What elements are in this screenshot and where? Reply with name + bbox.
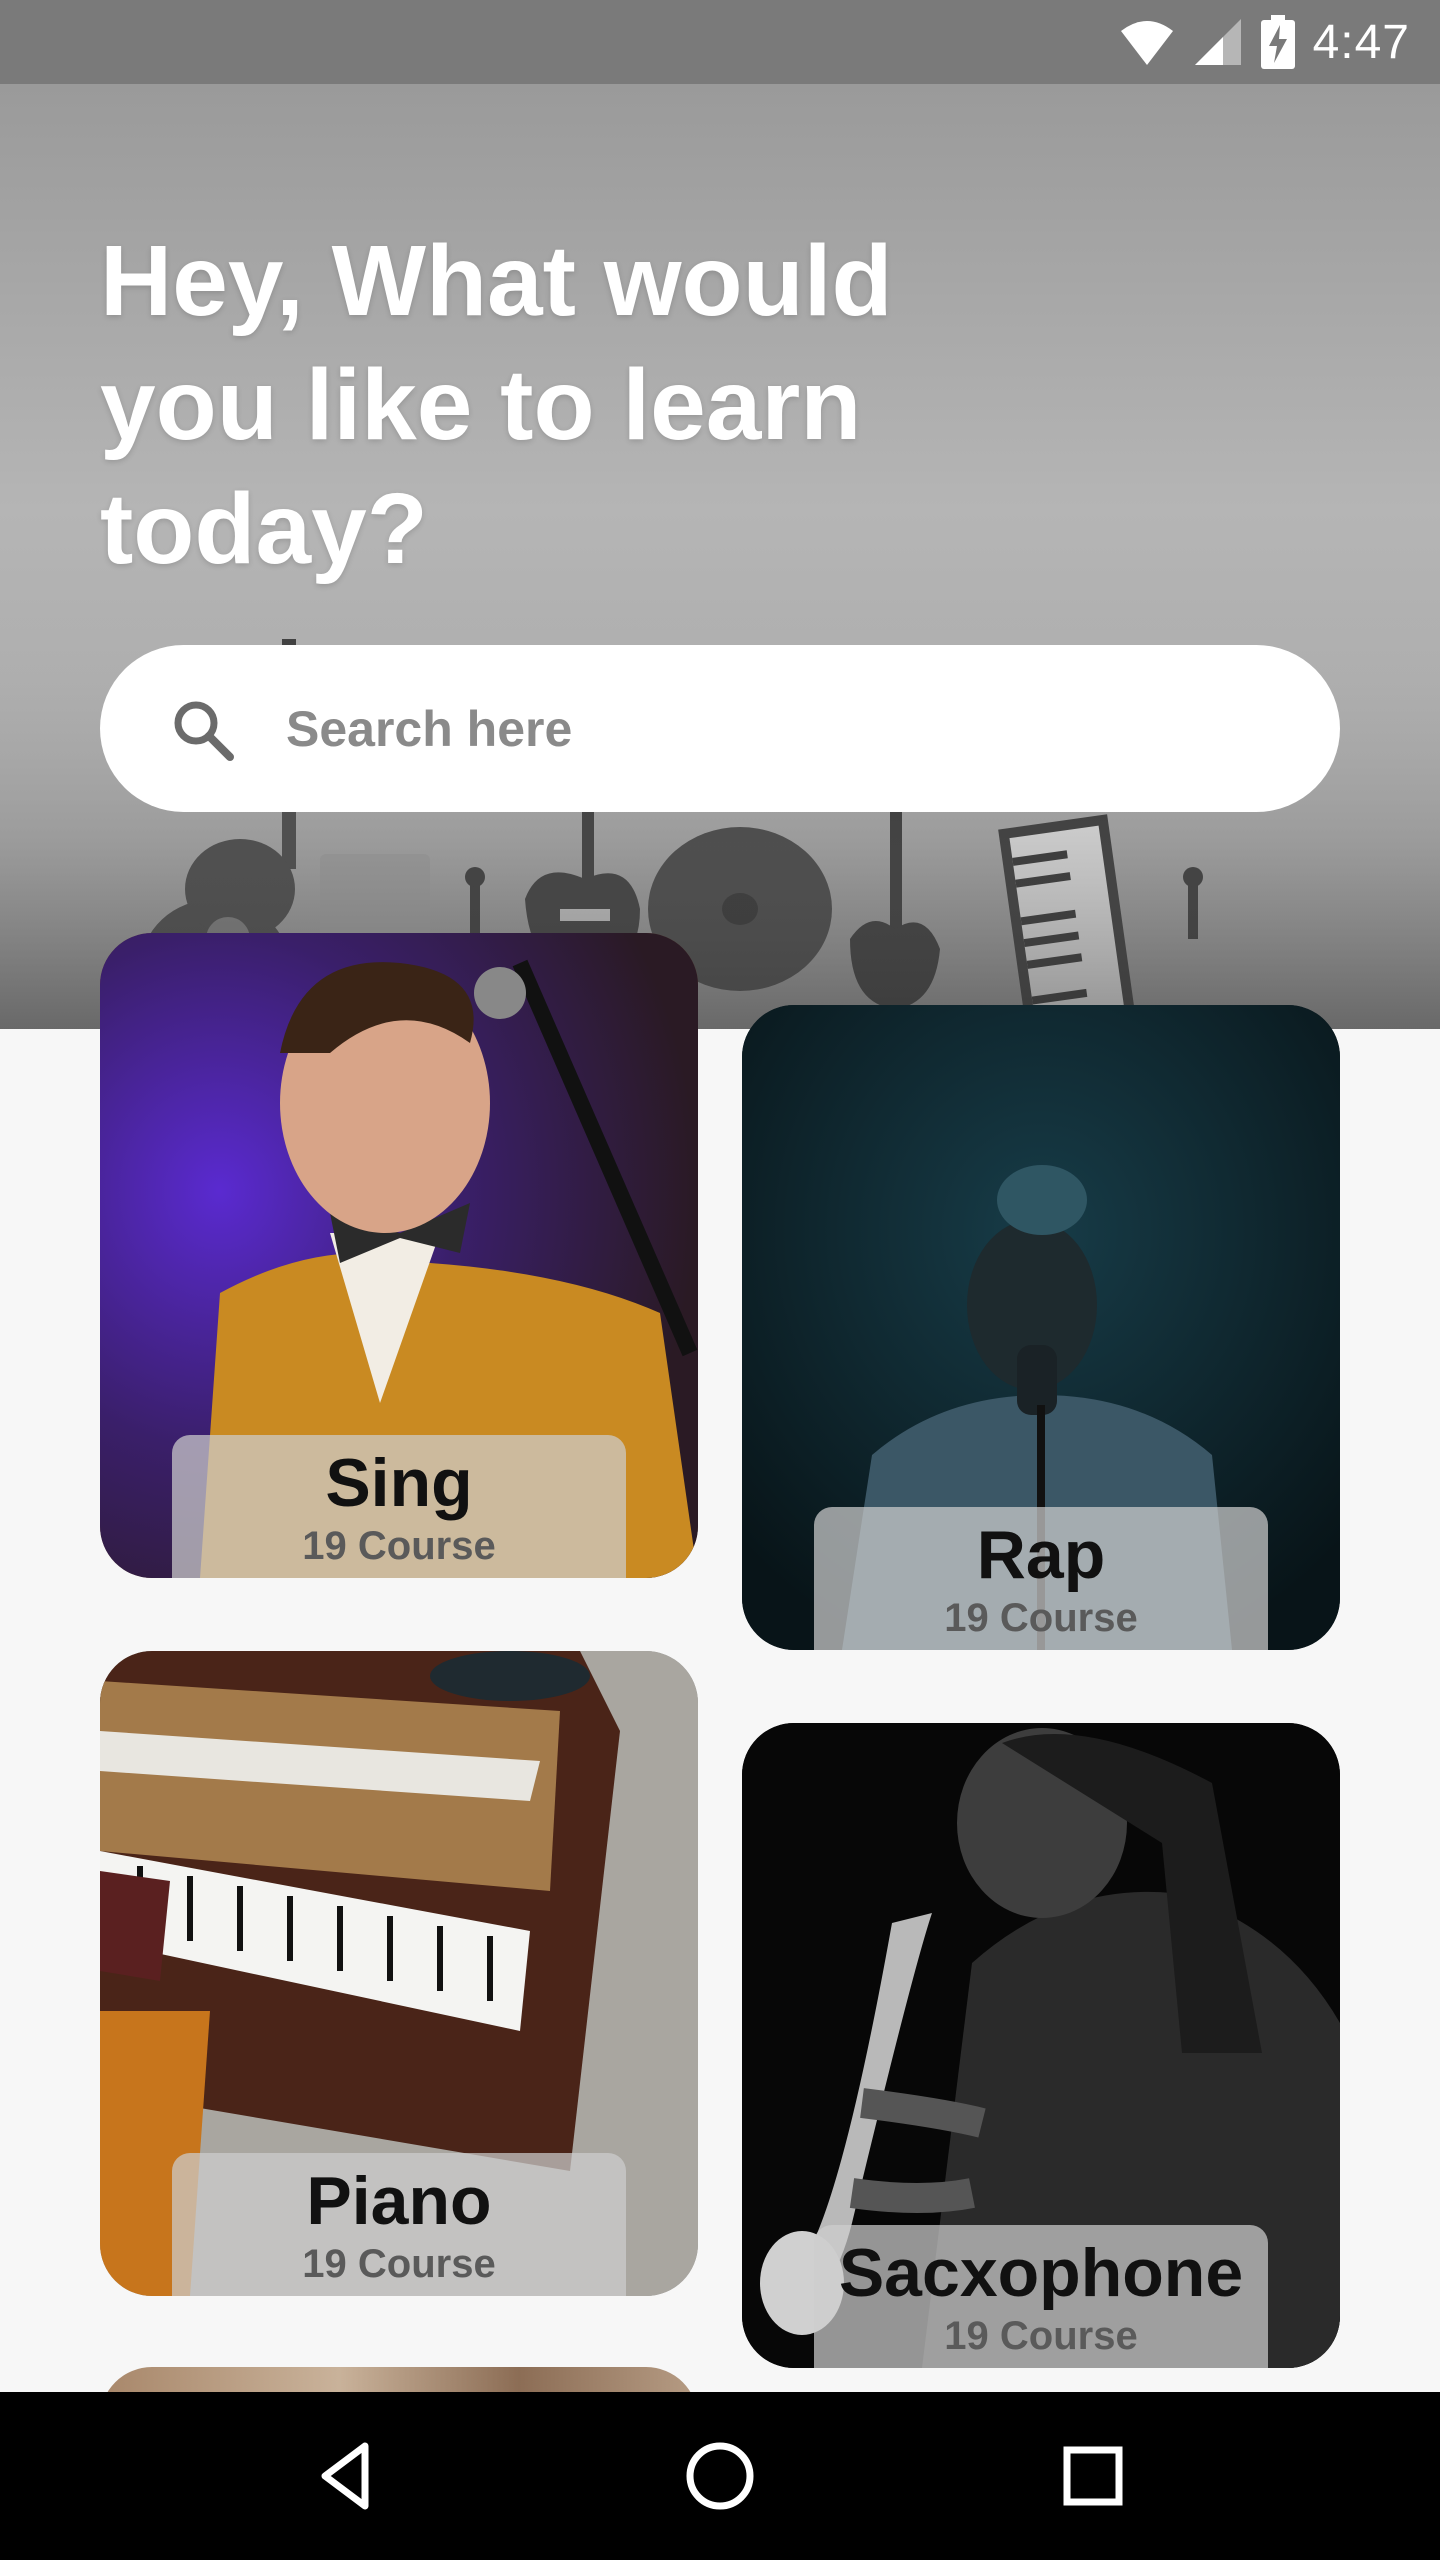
system-navigation-bar xyxy=(0,2392,1440,2560)
category-label: Sing 19 Course xyxy=(172,1435,626,1578)
home-icon[interactable] xyxy=(680,2436,760,2516)
status-bar: 4:47 xyxy=(0,0,1440,84)
category-card-sing[interactable]: Sing 19 Course xyxy=(100,933,698,1578)
category-label: Rap 19 Course xyxy=(814,1507,1268,1650)
category-title: Piano xyxy=(306,2163,492,2239)
recents-icon[interactable] xyxy=(1053,2436,1133,2516)
category-card-saxophone[interactable]: Sacxophone 19 Course xyxy=(742,1723,1340,2368)
back-icon[interactable] xyxy=(307,2436,387,2516)
header-background: Hey, What would you like to learn today? xyxy=(0,84,1440,1029)
search-icon xyxy=(174,701,234,761)
category-course-count: 19 Course xyxy=(302,1524,496,1568)
category-course-count: 19 Course xyxy=(944,2314,1138,2358)
wifi-icon xyxy=(1120,21,1173,65)
page-headline: Hey, What would you like to learn today? xyxy=(100,225,893,585)
category-card-rap[interactable]: Rap 19 Course xyxy=(742,1005,1340,1650)
category-label: Piano 19 Course xyxy=(172,2153,626,2296)
category-course-count: 19 Course xyxy=(944,1596,1138,1640)
category-course-count: 19 Course xyxy=(302,2242,496,2286)
category-title: Sing xyxy=(325,1445,473,1521)
category-label: Sacxophone 19 Course xyxy=(814,2225,1268,2368)
status-time: 4:47 xyxy=(1312,15,1410,69)
battery-charging-icon xyxy=(1260,15,1295,69)
category-title: Sacxophone xyxy=(838,2235,1244,2311)
search-bar[interactable] xyxy=(100,645,1340,812)
category-title: Rap xyxy=(976,1517,1106,1593)
category-card-piano[interactable]: Piano 19 Course xyxy=(100,1651,698,2296)
search-input[interactable] xyxy=(284,698,1188,759)
signal-icon xyxy=(1194,19,1241,65)
